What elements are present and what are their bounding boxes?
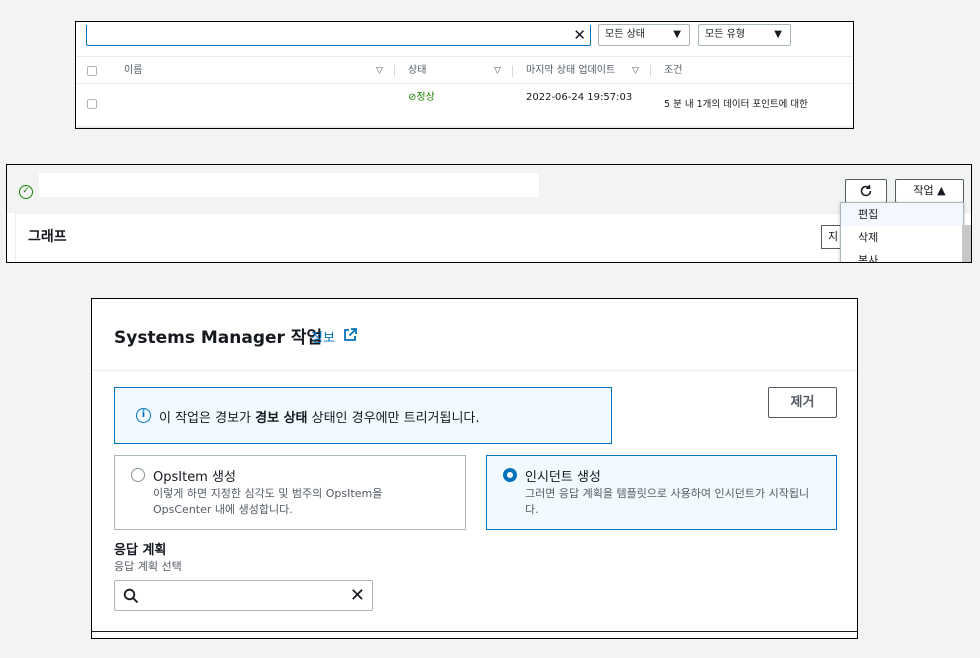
incident-label: 인시던트 생성: [525, 470, 601, 485]
caret-down-icon: ▼: [673, 29, 681, 40]
sort-icon[interactable]: ▽: [376, 57, 383, 85]
condition-line-1: 5 분 내 1개의 데이터 포인트에 대한: [664, 99, 808, 110]
alarm-search-input[interactable]: ✕: [86, 24, 591, 46]
table-row[interactable]: ⊘정상 2022-06-24 19:57:03 5 분 내 1개의 데이터 포인…: [76, 84, 853, 128]
opsitem-radio[interactable]: [131, 468, 145, 482]
caret-up-icon: ▲: [937, 184, 946, 197]
check-circle-icon: ✓: [19, 185, 33, 199]
refresh-button[interactable]: [845, 179, 887, 203]
column-header-updated[interactable]: 마지막 상태 업데이트: [526, 57, 615, 85]
last-update-value: 2022-06-24 19:57:03: [526, 92, 633, 103]
opsitem-option-tile[interactable]: OpsItem 생성 이렇게 하면 지정한 심각도 및 범주의 OpsItem을…: [114, 455, 466, 530]
graph-card: 그래프 지: [15, 213, 963, 262]
search-icon: [123, 588, 139, 604]
graph-title: 그래프: [28, 229, 67, 245]
alarms-table-panel: ✕ 모든 상태 ▼ 모든 유형 ▼ 이름 ▽ 상태 ▽ 마지막 상태 업데이트 …: [75, 21, 854, 129]
actions-button[interactable]: 작업 ▲: [895, 179, 964, 203]
status-text: 정상: [416, 92, 435, 103]
column-separator: [650, 65, 651, 77]
table-header: 이름 ▽ 상태 ▽ 마지막 상태 업데이트 ▽ 조건: [76, 56, 853, 84]
sort-icon[interactable]: ▽: [494, 57, 501, 85]
column-header-name[interactable]: 이름: [124, 57, 142, 85]
remove-button[interactable]: 제거: [768, 387, 837, 418]
table-bottom-border: [76, 126, 853, 128]
systems-manager-action-panel: Systems Manager 작업 정보 i 이 작업은 경보가 경보 상태 …: [91, 298, 858, 639]
external-link-icon[interactable]: [343, 328, 357, 342]
column-separator: [512, 65, 513, 77]
menu-item-delete[interactable]: 삭제: [841, 226, 963, 249]
menu-item-copy[interactable]: 복사: [841, 249, 963, 262]
panel-bottom-border: [92, 631, 857, 632]
incident-option-tile[interactable]: 인시던트 생성 그러면 응답 계획을 템플릿으로 사용하여 인시던트가 시작됩니…: [486, 455, 837, 530]
incident-radio[interactable]: [503, 468, 517, 482]
response-plan-label: 응답 계획: [114, 543, 167, 558]
alarm-name-redacted: [39, 173, 539, 197]
status-filter-select[interactable]: 모든 상태 ▼: [598, 24, 690, 46]
status-ok: ⊘정상: [408, 84, 435, 112]
status-filter-value: 모든 상태: [605, 29, 645, 40]
type-filter-select[interactable]: 모든 유형 ▼: [698, 24, 791, 46]
column-header-condition: 조건: [664, 65, 683, 76]
info-link[interactable]: 정보: [311, 327, 335, 346]
opsitem-label: OpsItem 생성: [153, 470, 236, 485]
panel-header: Systems Manager 작업 정보: [92, 299, 857, 371]
scrollbar[interactable]: [962, 225, 971, 262]
alert-text-post: 상태인 경우에만 트리거됩니다.: [307, 411, 480, 426]
condition-value: 5 분 내 1개의 데이터 포인트에 대한UnHealthyHostCount …: [664, 91, 808, 128]
select-all-checkbox[interactable]: [87, 66, 97, 76]
column-separator: [394, 65, 395, 77]
actions-dropdown-menu: 편집 삭제 복사: [840, 202, 964, 262]
alert-text-pre: 이 작업은 경보가: [159, 411, 256, 426]
caret-down-icon: ▼: [774, 29, 782, 40]
alert-text: 이 작업은 경보가 경보 상태 상태인 경우에만 트리거됩니다.: [159, 407, 480, 426]
menu-item-edit[interactable]: 편집: [841, 203, 963, 226]
info-icon: i: [136, 408, 151, 423]
response-plan-search-input[interactable]: ✕: [114, 580, 373, 611]
alert-text-bold: 경보 상태: [255, 411, 308, 426]
actions-label: 작업: [913, 184, 934, 197]
close-icon[interactable]: ✕: [350, 586, 365, 606]
alarm-detail-panel: ✓ 작업 ▲ 그래프 지 편집 삭제 복사: [6, 164, 972, 263]
clear-icon[interactable]: ✕: [573, 26, 586, 44]
sort-icon[interactable]: ▽: [632, 57, 639, 85]
row-checkbox[interactable]: [87, 99, 97, 109]
panel-title: Systems Manager 작업: [114, 328, 323, 348]
incident-description: 그러면 응답 계획을 템플릿으로 사용하여 인시던트가 시작됩니다.: [525, 487, 810, 516]
type-filter-value: 모든 유형: [705, 29, 745, 40]
opsitem-description: 이렇게 하면 지정한 심각도 및 범주의 OpsItem을 OpsCenter …: [153, 487, 383, 516]
refresh-icon: [860, 185, 872, 197]
response-plan-description: 응답 계획 선택: [114, 560, 182, 573]
column-header-status[interactable]: 상태: [408, 57, 426, 85]
info-alert: i 이 작업은 경보가 경보 상태 상태인 경우에만 트리거됩니다.: [114, 387, 612, 444]
